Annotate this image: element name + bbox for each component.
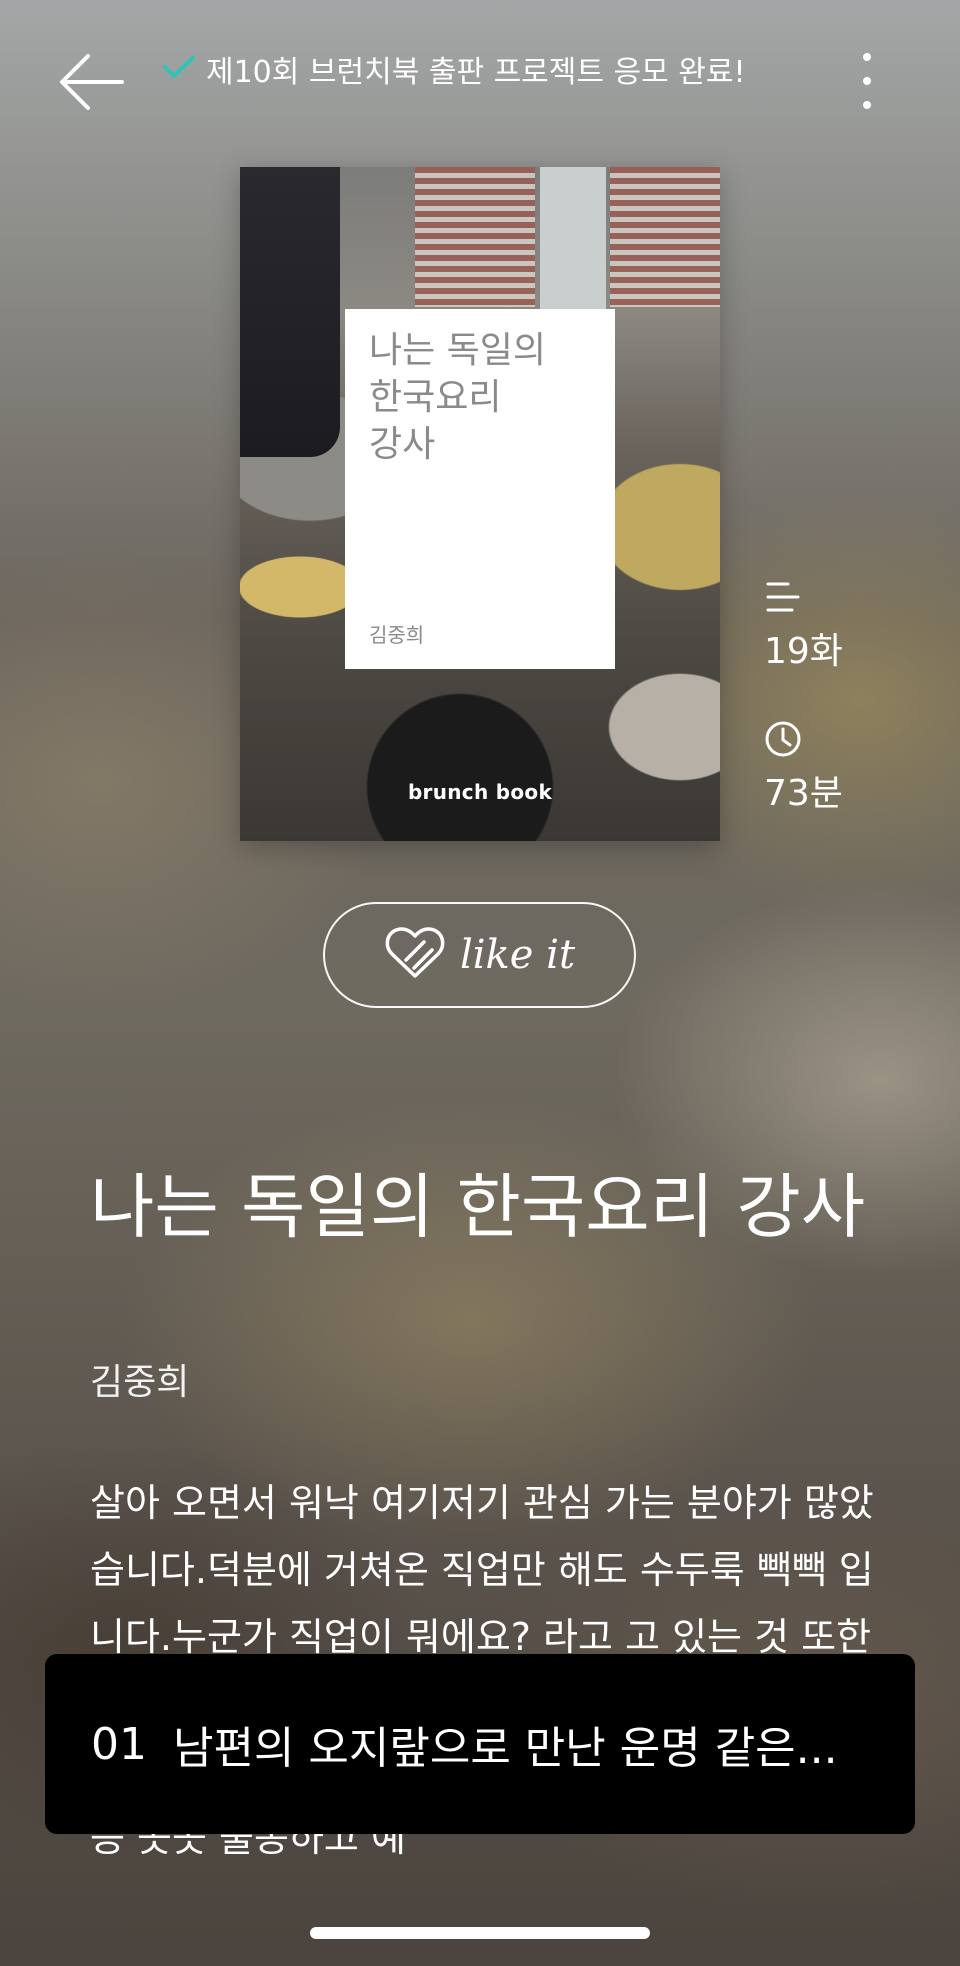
back-arrow-icon[interactable] <box>56 50 128 114</box>
notice-text: 제10회 브런치북 출판 프로젝트 응모 완료! <box>206 55 746 90</box>
cover-photo-blinds <box>415 167 535 307</box>
cover-title: 나는 독일의 한국요리 강사 <box>369 330 547 465</box>
like-button[interactable]: like it <box>323 902 636 1008</box>
more-options-icon[interactable] <box>852 48 882 114</box>
episode-count: 19화 <box>764 578 874 674</box>
chapter-title: 남편의 오지랖으로 만난 운명 같은... <box>173 1723 838 1774</box>
first-chapter-button[interactable]: 01 남편의 오지랖으로 만난 운명 같은... <box>45 1654 915 1834</box>
reading-time: 73분 <box>764 720 874 816</box>
book-author[interactable]: 김중희 <box>90 1353 189 1405</box>
list-icon <box>764 578 802 616</box>
like-label: like it <box>459 932 576 978</box>
chapter-number: 01 <box>91 1718 147 1770</box>
clock-icon <box>764 720 802 758</box>
cover-brand-label: brunch book <box>407 780 553 804</box>
episode-count-value: 19화 <box>764 631 843 672</box>
cover-photo-person <box>240 167 340 457</box>
cover-author: 김중희 <box>369 623 425 647</box>
cover-title-card: 나는 독일의 한국요리 강사 김중희 <box>345 309 615 669</box>
book-title: 나는 독일의 한국요리 강사 <box>90 1166 866 1248</box>
reading-time-value: 73분 <box>764 773 843 814</box>
submission-notice: 제10회 브런치북 출판 프로젝트 응모 완료! <box>162 44 745 94</box>
cover-photo-window <box>540 167 606 317</box>
cover-photo-blinds <box>610 167 720 307</box>
check-icon <box>162 54 196 84</box>
book-cover[interactable]: 나는 독일의 한국요리 강사 김중희 brunch book <box>240 167 720 841</box>
home-indicator[interactable] <box>310 1927 650 1939</box>
heart-icon <box>384 926 446 984</box>
